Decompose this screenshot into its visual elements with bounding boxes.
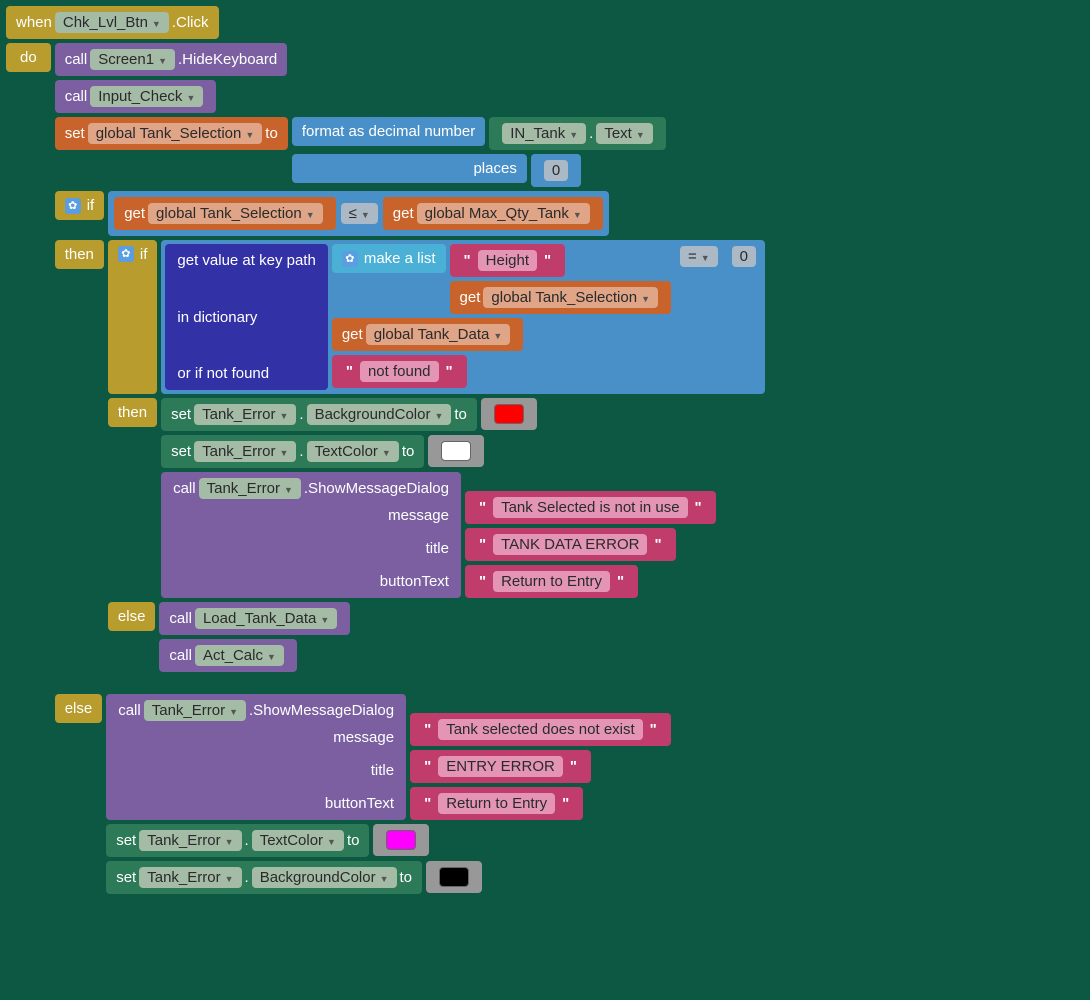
- root: when Chk_Lvl_Btn▼ .Click do call Screen1…: [4, 4, 1086, 896]
- get-var[interactable]: getglobal Max_Qty_Tank▼: [383, 197, 603, 230]
- string[interactable]: "Return to Entry": [410, 787, 583, 820]
- call-inputcheck[interactable]: call Input_Check▼: [55, 80, 217, 113]
- get-var[interactable]: getglobal Tank_Data▼: [332, 318, 523, 351]
- color[interactable]: [481, 398, 537, 430]
- op-dd[interactable]: =▼: [680, 246, 718, 267]
- string[interactable]: "TANK DATA ERROR": [465, 528, 676, 561]
- then-label: then: [108, 398, 157, 427]
- call-hidekeyboard[interactable]: call Screen1▼ .HideKeyboard: [55, 43, 288, 76]
- when-header[interactable]: when Chk_Lvl_Btn▼ .Click: [6, 6, 219, 39]
- string[interactable]: "Return to Entry": [465, 565, 638, 598]
- if-block[interactable]: ✿if: [55, 191, 105, 220]
- gear-icon[interactable]: ✿: [118, 246, 134, 262]
- dd[interactable]: IN_Tank▼: [502, 123, 586, 144]
- color[interactable]: [428, 435, 484, 467]
- call-proc[interactable]: callLoad_Tank_Data▼: [159, 602, 350, 635]
- num[interactable]: 0: [732, 246, 756, 267]
- dd[interactable]: Input_Check▼: [90, 86, 203, 107]
- then-label: then: [55, 240, 104, 269]
- places-val[interactable]: 0: [531, 154, 581, 187]
- color-swatch: [386, 830, 416, 850]
- compare-block[interactable]: getglobal Tank_Selection▼ ≤▼ getglobal M…: [108, 191, 609, 236]
- string[interactable]: "Tank Selected is not in use": [465, 491, 716, 524]
- format-decimal[interactable]: format as decimal number: [292, 117, 485, 146]
- eq-wrapper[interactable]: get value at key path in dictionary or i…: [161, 240, 765, 394]
- string[interactable]: "ENTRY ERROR": [410, 750, 591, 783]
- call-dialog[interactable]: callTank_Error▼.ShowMessageDialog messag…: [161, 472, 461, 598]
- make-list[interactable]: ✿make a list: [332, 244, 446, 273]
- set-prop[interactable]: setTank_Error▼.BackgroundColor▼to: [106, 861, 422, 894]
- get-var[interactable]: getglobal Tank_Selection▼: [114, 197, 335, 230]
- gear-icon[interactable]: ✿: [342, 251, 358, 267]
- places-label: places: [292, 154, 527, 183]
- color-swatch: [494, 404, 524, 424]
- gear-icon[interactable]: ✿: [65, 198, 81, 214]
- dd[interactable]: Screen1▼: [90, 49, 175, 70]
- component-text[interactable]: IN_Tank▼. Text▼: [489, 117, 666, 150]
- color[interactable]: [373, 824, 429, 856]
- string[interactable]: "Height": [450, 244, 566, 277]
- op-dd[interactable]: ≤▼: [341, 203, 378, 224]
- set-prop[interactable]: setTank_Error▼.BackgroundColor▼to: [161, 398, 477, 431]
- call-proc[interactable]: callAct_Calc▼: [159, 639, 296, 672]
- color-swatch: [441, 441, 471, 461]
- set-global[interactable]: set global Tank_Selection▼ to: [55, 117, 288, 150]
- string[interactable]: "Tank selected does not exist": [410, 713, 671, 746]
- inner-if[interactable]: ✿if: [108, 240, 158, 394]
- get-var[interactable]: getglobal Tank_Selection▼: [450, 281, 671, 314]
- color-swatch: [439, 867, 469, 887]
- string[interactable]: "not found": [332, 355, 467, 388]
- do-label: do: [6, 43, 51, 72]
- call-dialog[interactable]: callTank_Error▼.ShowMessageDialog messag…: [106, 694, 406, 820]
- set-prop[interactable]: setTank_Error▼.TextColor▼to: [161, 435, 424, 468]
- dict-lookup[interactable]: get value at key path in dictionary or i…: [165, 244, 327, 390]
- set-prop[interactable]: setTank_Error▼.TextColor▼to: [106, 824, 369, 857]
- color[interactable]: [426, 861, 482, 893]
- when-kw: when: [16, 14, 52, 31]
- else-label: else: [108, 602, 156, 631]
- else-label: else: [55, 694, 103, 723]
- event: .Click: [172, 14, 209, 31]
- component-dd[interactable]: Chk_Lvl_Btn▼: [55, 12, 169, 33]
- dd[interactable]: Text▼: [596, 123, 652, 144]
- var-dd[interactable]: global Tank_Selection▼: [88, 123, 263, 144]
